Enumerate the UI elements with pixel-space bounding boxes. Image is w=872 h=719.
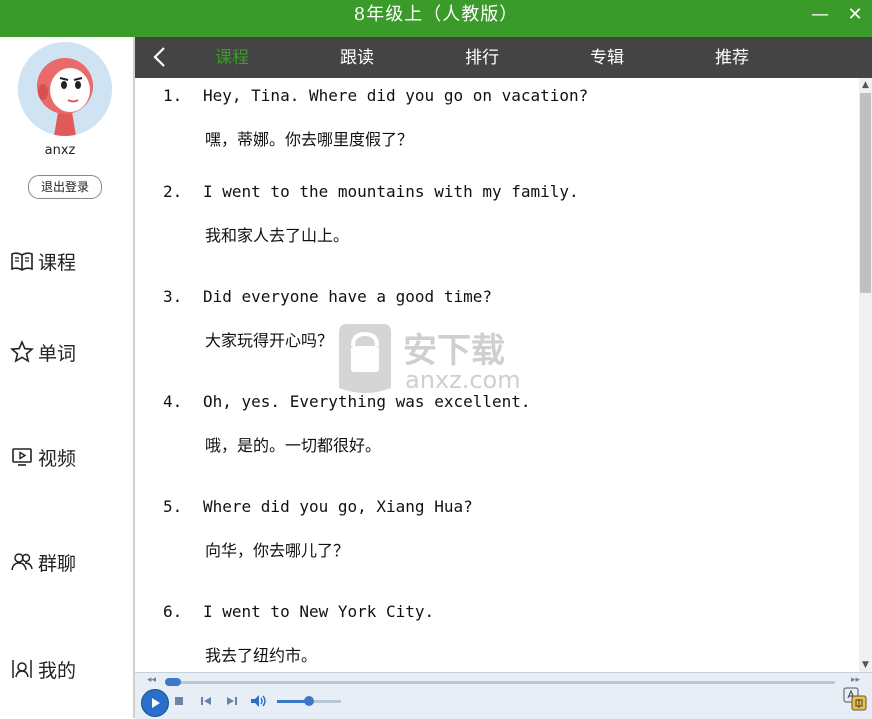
sidebar-item-words[interactable]: 单词 <box>10 337 120 367</box>
tab-ranking[interactable]: 排行 <box>465 37 499 78</box>
fast-forward-icon[interactable]: ▸▸ <box>851 675 860 685</box>
play-button[interactable] <box>141 689 169 717</box>
tab-recommend[interactable]: 推荐 <box>715 37 749 78</box>
previous-button[interactable] <box>199 694 213 708</box>
next-button[interactable] <box>225 694 239 708</box>
list-item[interactable]: 2. I went to the mountains with my famil… <box>135 174 855 274</box>
book-icon <box>11 252 33 271</box>
group-icon <box>11 553 33 571</box>
close-button[interactable]: ✕ <box>840 2 870 28</box>
profile-icon <box>12 660 32 678</box>
translate-icon <box>843 687 867 711</box>
stop-icon <box>175 697 183 705</box>
volume-slider[interactable] <box>277 696 341 706</box>
logout-button[interactable]: 退出登录 <box>28 175 102 199</box>
tab-course[interactable]: 课程 <box>215 37 249 78</box>
list-item[interactable]: 1. Hey, Tina. Where did you go on vacati… <box>135 78 855 178</box>
seek-bar[interactable] <box>165 678 835 686</box>
sentence-chinese: 向华，你去哪儿了？ <box>205 541 350 560</box>
username: anxz <box>44 143 76 158</box>
stop-button[interactable] <box>173 695 185 707</box>
list-item[interactable]: 6. I went to New York City. 我去了纽约市。 <box>135 594 855 672</box>
volume-knob[interactable] <box>304 696 314 706</box>
tab-album[interactable]: 专辑 <box>590 37 624 78</box>
sidebar-item-label: 课程 <box>38 251 77 274</box>
seek-knob[interactable] <box>165 678 181 686</box>
minimize-button[interactable]: — <box>805 2 835 28</box>
scrollbar-thumb[interactable] <box>860 93 871 293</box>
sentence-chinese: 嘿，蒂娜。你去哪里度假了？ <box>205 130 414 149</box>
sidebar-item-course[interactable]: 课程 <box>10 246 120 276</box>
translate-button[interactable] <box>843 687 867 711</box>
sidebar-item-label: 单词 <box>38 342 77 365</box>
window-title: 8年级上（人教版） <box>353 4 519 25</box>
sentence-chinese: 大家玩得开心吗？ <box>205 331 334 350</box>
sentence-english: Where did you go, Xiang Hua? <box>203 497 473 516</box>
sentence-chinese: 我去了纽约市。 <box>205 646 318 665</box>
sidebar-item-video[interactable]: 视频 <box>10 442 120 472</box>
avatar[interactable] <box>18 42 112 136</box>
sentence-english: Oh, yes. Everything was excellent. <box>203 392 531 411</box>
sentence-chinese: 哦，是的。一切都很好。 <box>205 436 382 455</box>
list-item[interactable]: 5. Where did you go, Xiang Hua? 向华，你去哪儿了… <box>135 489 855 589</box>
video-icon <box>12 448 32 466</box>
sentence-number: 4. <box>163 392 183 411</box>
tab-bar: 课程 跟读 排行 专辑 推荐 <box>135 37 872 78</box>
speaker-icon <box>251 695 266 707</box>
list-item[interactable]: 4. Oh, yes. Everything was excellent. 哦，… <box>135 384 855 484</box>
sentence-number: 5. <box>163 497 183 516</box>
sentence-english: I went to New York City. <box>203 602 435 621</box>
sentence-number: 3. <box>163 287 183 306</box>
sentence-number: 6. <box>163 602 183 621</box>
avatar-character-icon <box>18 42 112 136</box>
sentence-english: I went to the mountains with my family. <box>203 182 579 201</box>
tab-follow-read[interactable]: 跟读 <box>340 37 374 78</box>
sidebar-item-label: 群聊 <box>38 552 77 575</box>
star-icon <box>10 340 34 363</box>
sentence-list: 1. Hey, Tina. Where did you go on vacati… <box>135 78 859 672</box>
list-item[interactable]: 3. Did everyone have a good time? 大家玩得开心… <box>135 279 855 379</box>
sidebar-item-label: 视频 <box>38 447 77 470</box>
media-player: ◂◂ ▸▸ <box>135 672 872 719</box>
rewind-icon[interactable]: ◂◂ <box>147 675 156 685</box>
back-arrow-icon[interactable] <box>149 46 171 68</box>
sentence-number: 1. <box>163 86 183 105</box>
sentence-english: Hey, Tina. Where did you go on vacation? <box>203 86 589 105</box>
sentence-english: Did everyone have a good time? <box>203 287 492 306</box>
vertical-scrollbar[interactable]: ▲ ▼ <box>859 78 872 672</box>
sidebar: anxz 退出登录 课程 单词 视频 群聊 我的 <box>0 37 135 718</box>
volume-button[interactable] <box>250 693 268 709</box>
next-icon <box>227 697 237 705</box>
sidebar-item-group-chat[interactable]: 群聊 <box>10 547 120 577</box>
sidebar-item-mine[interactable]: 我的 <box>10 654 120 684</box>
sentence-chinese: 我和家人去了山上。 <box>205 226 350 245</box>
title-bar: 8年级上（人教版） — ✕ <box>0 0 872 37</box>
sidebar-item-label: 我的 <box>38 659 77 682</box>
scroll-down-icon[interactable]: ▼ <box>859 658 872 672</box>
previous-icon <box>201 697 211 705</box>
sentence-number: 2. <box>163 182 183 201</box>
scroll-up-icon[interactable]: ▲ <box>859 78 872 92</box>
play-icon <box>152 698 160 708</box>
